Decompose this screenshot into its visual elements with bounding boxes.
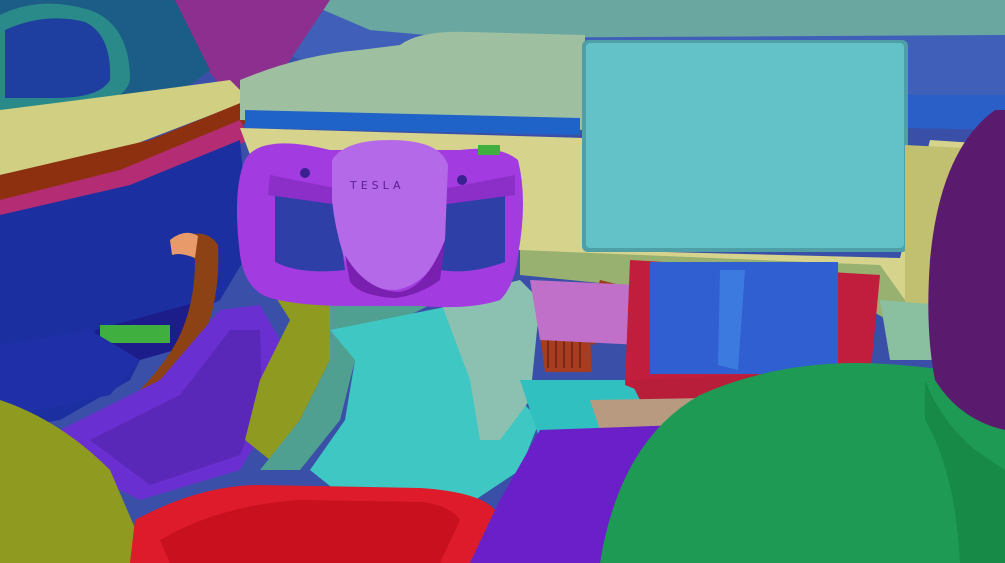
window-switches	[100, 325, 170, 343]
mirror-glass	[5, 18, 111, 98]
roof-edge	[300, 0, 1005, 38]
dash-green-indicator	[478, 145, 500, 155]
brake-box	[530, 280, 640, 345]
car-interior-scene: TESLA	[0, 0, 1005, 563]
car-interior-illustration: TESLA	[0, 0, 1005, 563]
steering-wheel-logo: TESLA	[349, 179, 405, 192]
steering-wheel: TESLA	[236, 140, 523, 308]
center-screen	[586, 43, 904, 248]
